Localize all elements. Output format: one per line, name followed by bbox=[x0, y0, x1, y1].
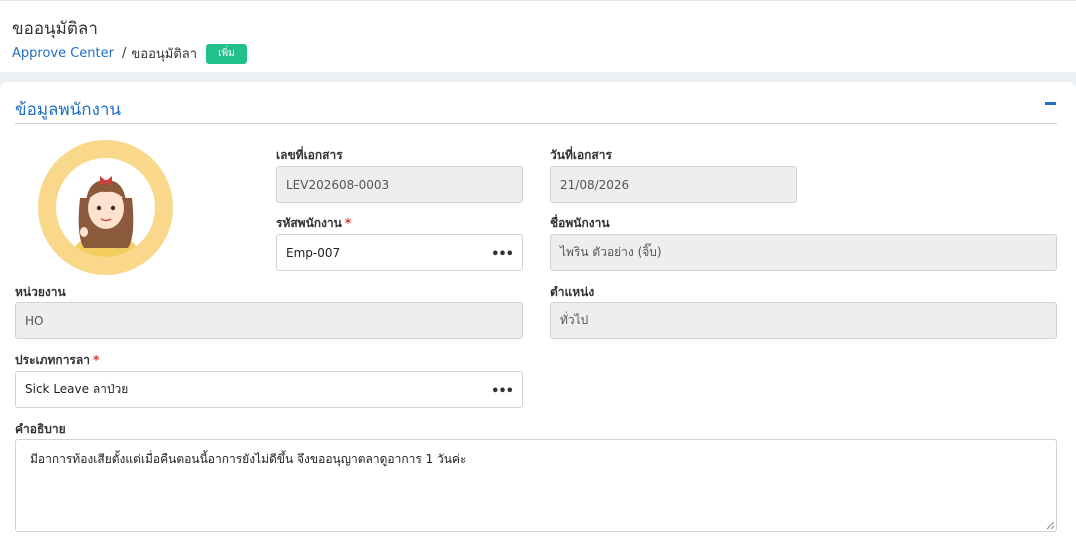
avatar bbox=[38, 140, 173, 275]
emp-code-label: รหัสพนักงาน * bbox=[276, 214, 351, 233]
required-marker: * bbox=[92, 353, 100, 367]
ellipsis-icon[interactable]: ••• bbox=[491, 384, 514, 399]
leave-type-label-text: ประเภทการลา bbox=[15, 353, 90, 367]
description-label: คำอธิบาย bbox=[15, 422, 66, 436]
description-value: มีอาการท้องเสียตั้งแต่เมื่อคืนตอนนี้อากา… bbox=[30, 452, 467, 466]
section-title: ข้อมูลพนักงาน bbox=[15, 100, 122, 120]
emp-code-input[interactable]: Emp-007 ••• bbox=[276, 234, 523, 271]
leave-type-value: Sick Leave ลาป่วย bbox=[25, 382, 129, 396]
department-field: HO bbox=[15, 302, 523, 339]
breadcrumb-link-approve-center[interactable]: Approve Center bbox=[12, 46, 114, 61]
page-header: ขออนุมัติลา Approve Center / ขออนุมัติลา… bbox=[0, 0, 1076, 72]
department-label: หน่วยงาน bbox=[15, 285, 66, 299]
resize-handle-icon[interactable] bbox=[1046, 521, 1054, 529]
description-textarea[interactable]: มีอาการท้องเสียตั้งแต่เมื่อคืนตอนนี้อากา… bbox=[15, 439, 1057, 532]
breadcrumb: Approve Center / ขออนุมัติลา เพิ่ม bbox=[12, 43, 247, 64]
ellipsis-icon[interactable]: ••• bbox=[491, 247, 514, 262]
doc-no-field: LEV202608-0003 bbox=[276, 166, 523, 203]
breadcrumb-current: ขออนุมัติลา bbox=[131, 47, 198, 62]
mode-badge: เพิ่ม bbox=[206, 43, 247, 64]
doc-date-field: 21/08/2026 bbox=[550, 166, 797, 203]
minus-icon[interactable] bbox=[1045, 102, 1056, 105]
position-field: ทั่วไป bbox=[550, 302, 1057, 339]
emp-name-label: ชื่อพนักงาน bbox=[550, 216, 610, 230]
emp-code-value: Emp-007 bbox=[286, 245, 341, 260]
leave-type-label: ประเภทการลา * bbox=[15, 351, 99, 370]
section-divider bbox=[15, 123, 1057, 124]
position-label: ตำแหน่ง bbox=[550, 285, 595, 299]
avatar-image bbox=[56, 158, 155, 257]
leave-type-input[interactable]: Sick Leave ลาป่วย ••• bbox=[15, 371, 523, 408]
employee-info-card: ข้อมูลพนักงาน เลขที่เอกสาร LEV202608-000… bbox=[0, 82, 1076, 551]
emp-name-field: ไพริน ตัวอย่าง (จิ๊บ) bbox=[550, 234, 1057, 271]
doc-date-label: วันที่เอกสาร bbox=[550, 148, 612, 162]
doc-no-label: เลขที่เอกสาร bbox=[276, 148, 343, 162]
page-title: ขออนุมัติลา bbox=[12, 19, 98, 39]
required-marker: * bbox=[344, 216, 352, 230]
emp-code-label-text: รหัสพนักงาน bbox=[276, 216, 342, 230]
breadcrumb-separator: / bbox=[122, 46, 127, 61]
